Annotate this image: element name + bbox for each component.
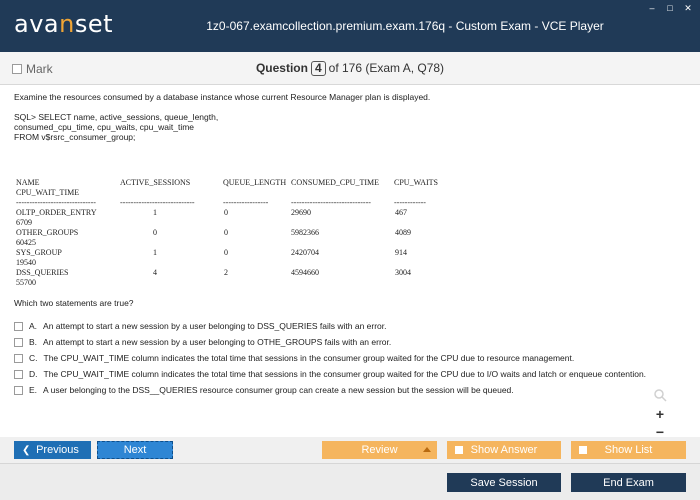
header-queue-length: QUEUE_LENGTH xyxy=(223,178,287,187)
question-header: Mark Question 4 of 176 (Exam A, Q78) xyxy=(0,52,700,85)
row-consumed-cpu-time: 2420704 xyxy=(291,248,319,257)
sql-query: SQL> SELECT name, active_sessions, queue… xyxy=(14,112,654,142)
row-active-sessions: 0 xyxy=(153,228,157,237)
end-exam-button[interactable]: End Exam xyxy=(571,473,686,492)
option-letter: D. xyxy=(29,369,38,379)
checkbox-icon[interactable] xyxy=(14,369,23,379)
question-total: of 176 (Exam A, Q78) xyxy=(328,61,445,75)
header-cpu-wait-time: CPU_WAIT_TIME xyxy=(16,188,80,197)
row-cpu-waits: 4089 xyxy=(395,228,411,237)
option-letter: E. xyxy=(29,385,38,395)
option-b[interactable]: B. An attempt to start a new session by … xyxy=(14,337,391,347)
title-bar: avanset 1z0-067.examcollection.premium.e… xyxy=(0,0,700,52)
option-text: The CPU_WAIT_TIME column indicates the t… xyxy=(43,369,647,379)
row-name: OLTP_ORDER_ENTRY xyxy=(16,208,97,217)
save-session-button[interactable]: Save Session xyxy=(447,473,561,492)
previous-label: Previous xyxy=(36,444,79,456)
checkbox-icon[interactable] xyxy=(14,321,23,331)
minimize-button[interactable]: – xyxy=(646,3,658,13)
checkbox-icon xyxy=(579,446,587,454)
option-text: An attempt to start a new session by a u… xyxy=(43,321,387,331)
checkbox-icon[interactable] xyxy=(14,337,23,347)
review-label: Review xyxy=(361,444,398,456)
row-consumed-cpu-time: 5982366 xyxy=(291,228,319,237)
row-queue-length: 2 xyxy=(224,268,228,277)
sql-line: consumed_cpu_time, cpu_waits, cpu_wait_t… xyxy=(14,122,195,132)
option-text: A user belonging to the DSS__QUERIES res… xyxy=(43,385,514,395)
row-cpu-waits: 467 xyxy=(395,208,407,217)
magnifier-icon xyxy=(654,389,667,402)
question-intro: Examine the resources consumed by a data… xyxy=(14,92,431,102)
option-letter: A. xyxy=(29,321,38,331)
separator: ----------------- xyxy=(223,198,269,207)
header-consumed-cpu-time: CONSUMED_CPU_TIME xyxy=(291,178,380,187)
separator: ------------------------------ xyxy=(291,198,371,207)
option-a[interactable]: A. An attempt to start a new session by … xyxy=(14,321,387,331)
footer-bar: Save Session End Exam xyxy=(0,463,700,500)
option-letter: B. xyxy=(29,337,38,347)
row-queue-length: 0 xyxy=(224,248,228,257)
show-list-label: Show List xyxy=(604,444,653,456)
header-cpu-waits: CPU_WAITS xyxy=(394,178,439,187)
checkbox-icon xyxy=(455,446,463,454)
question-counter: Question 4 of 176 (Exam A, Q78) xyxy=(0,61,700,76)
option-d[interactable]: D. The CPU_WAIT_TIME column indicates th… xyxy=(14,369,650,379)
row-name: DSS_QUERIES xyxy=(16,268,69,277)
row-name: OTHER_GROUPS xyxy=(16,228,79,237)
header-active-sessions: ACTIVE_SESSIONS xyxy=(120,178,191,187)
show-list-button[interactable]: Show List xyxy=(571,441,686,459)
next-label: Next xyxy=(123,444,147,456)
review-button[interactable]: Review xyxy=(322,441,437,459)
separator: ------------ xyxy=(394,198,426,207)
row-queue-length: 0 xyxy=(224,208,228,217)
checkbox-icon[interactable] xyxy=(14,385,23,395)
close-button[interactable]: ✕ xyxy=(682,3,694,13)
chevron-left-icon: ❮ xyxy=(22,444,31,456)
navigation-bar: ❮ Previous Next Review Show Answer Show … xyxy=(0,437,700,463)
sql-line: FROM v$rsrc_consumer_group; xyxy=(14,132,136,142)
row-consumed-cpu-time: 29690 xyxy=(291,208,311,217)
option-text: The CPU_WAIT_TIME column indicates the t… xyxy=(43,353,575,363)
sql-line: SQL> SELECT name, active_sessions, queue… xyxy=(14,112,219,122)
row-active-sessions: 4 xyxy=(153,268,157,277)
row-cpu-waits: 914 xyxy=(395,248,407,257)
row-cpu-waits: 3004 xyxy=(395,268,411,277)
separator: ---------------------------- xyxy=(120,198,195,207)
previous-button[interactable]: ❮ Previous xyxy=(14,441,91,459)
checkbox-icon[interactable] xyxy=(14,353,23,363)
row-cpu-wait-time: 60425 xyxy=(16,238,36,247)
question-body: Examine the resources consumed by a data… xyxy=(14,92,654,142)
window-title: 1z0-067.examcollection.premium.exam.176q… xyxy=(206,19,604,33)
question-label: Question xyxy=(255,61,308,75)
triangle-up-icon xyxy=(423,447,431,452)
next-button[interactable]: Next xyxy=(97,441,173,459)
row-queue-length: 0 xyxy=(224,228,228,237)
row-cpu-wait-time: 19540 xyxy=(16,258,36,267)
option-e[interactable]: E. A user belonging to the DSS__QUERIES … xyxy=(14,385,514,395)
question-number-box[interactable]: 4 xyxy=(310,61,326,76)
row-consumed-cpu-time: 4594660 xyxy=(291,268,319,277)
show-answer-button[interactable]: Show Answer xyxy=(447,441,561,459)
row-cpu-wait-time: 6709 xyxy=(16,218,32,227)
show-answer-label: Show Answer xyxy=(470,444,538,456)
header-name: NAME xyxy=(16,178,40,187)
row-cpu-wait-time: 55700 xyxy=(16,278,36,287)
row-active-sessions: 1 xyxy=(153,248,157,257)
option-text: An attempt to start a new session by a u… xyxy=(43,337,392,347)
option-c[interactable]: C. The CPU_WAIT_TIME column indicates th… xyxy=(14,353,574,363)
zoom-controls: + − xyxy=(650,388,670,441)
zoom-in-button[interactable]: + xyxy=(650,405,670,423)
question-prompt: Which two statements are true? xyxy=(14,298,134,308)
maximize-button[interactable]: □ xyxy=(664,3,676,13)
option-letter: C. xyxy=(29,353,38,363)
separator: ------------------------------ xyxy=(16,198,96,207)
row-active-sessions: 1 xyxy=(153,208,157,217)
row-name: SYS_GROUP xyxy=(16,248,62,257)
